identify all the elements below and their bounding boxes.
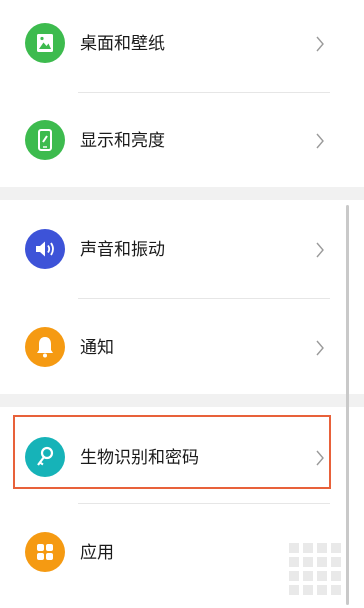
key-icon bbox=[25, 437, 65, 477]
settings-item-label: 显示和亮度 bbox=[80, 131, 165, 151]
settings-item-label: 桌面和壁纸 bbox=[80, 34, 165, 54]
settings-screen: 桌面和壁纸 显示和亮度 声音和振动 通知 生物识别和密码 应用 bbox=[0, 0, 364, 608]
settings-item-biometrics-password[interactable]: 生物识别和密码 bbox=[0, 420, 364, 516]
chevron-right-icon bbox=[313, 131, 327, 151]
divider bbox=[78, 92, 330, 93]
chevron-right-icon bbox=[313, 448, 327, 468]
wallpaper-image-icon bbox=[25, 23, 65, 63]
settings-item-sound[interactable]: 声音和振动 bbox=[0, 212, 364, 308]
phone-brightness-icon bbox=[25, 120, 65, 160]
divider bbox=[78, 503, 330, 504]
apps-grid-icon bbox=[25, 532, 65, 572]
settings-item-label: 应用 bbox=[80, 543, 114, 563]
settings-item-display[interactable]: 显示和亮度 bbox=[0, 103, 364, 199]
chevron-right-icon bbox=[313, 240, 327, 260]
watermark-pattern bbox=[283, 535, 355, 603]
settings-item-label: 生物识别和密码 bbox=[80, 448, 199, 468]
chevron-right-icon bbox=[313, 34, 327, 54]
settings-item-wallpaper[interactable]: 桌面和壁纸 bbox=[0, 6, 364, 102]
settings-item-label: 通知 bbox=[80, 338, 114, 358]
speaker-icon bbox=[25, 229, 65, 269]
settings-item-notifications[interactable]: 通知 bbox=[0, 310, 364, 406]
divider bbox=[78, 298, 330, 299]
bell-icon bbox=[25, 327, 65, 367]
settings-item-label: 声音和振动 bbox=[80, 240, 165, 260]
chevron-right-icon bbox=[313, 338, 327, 358]
section-gap bbox=[0, 394, 364, 407]
section-gap bbox=[0, 187, 364, 200]
